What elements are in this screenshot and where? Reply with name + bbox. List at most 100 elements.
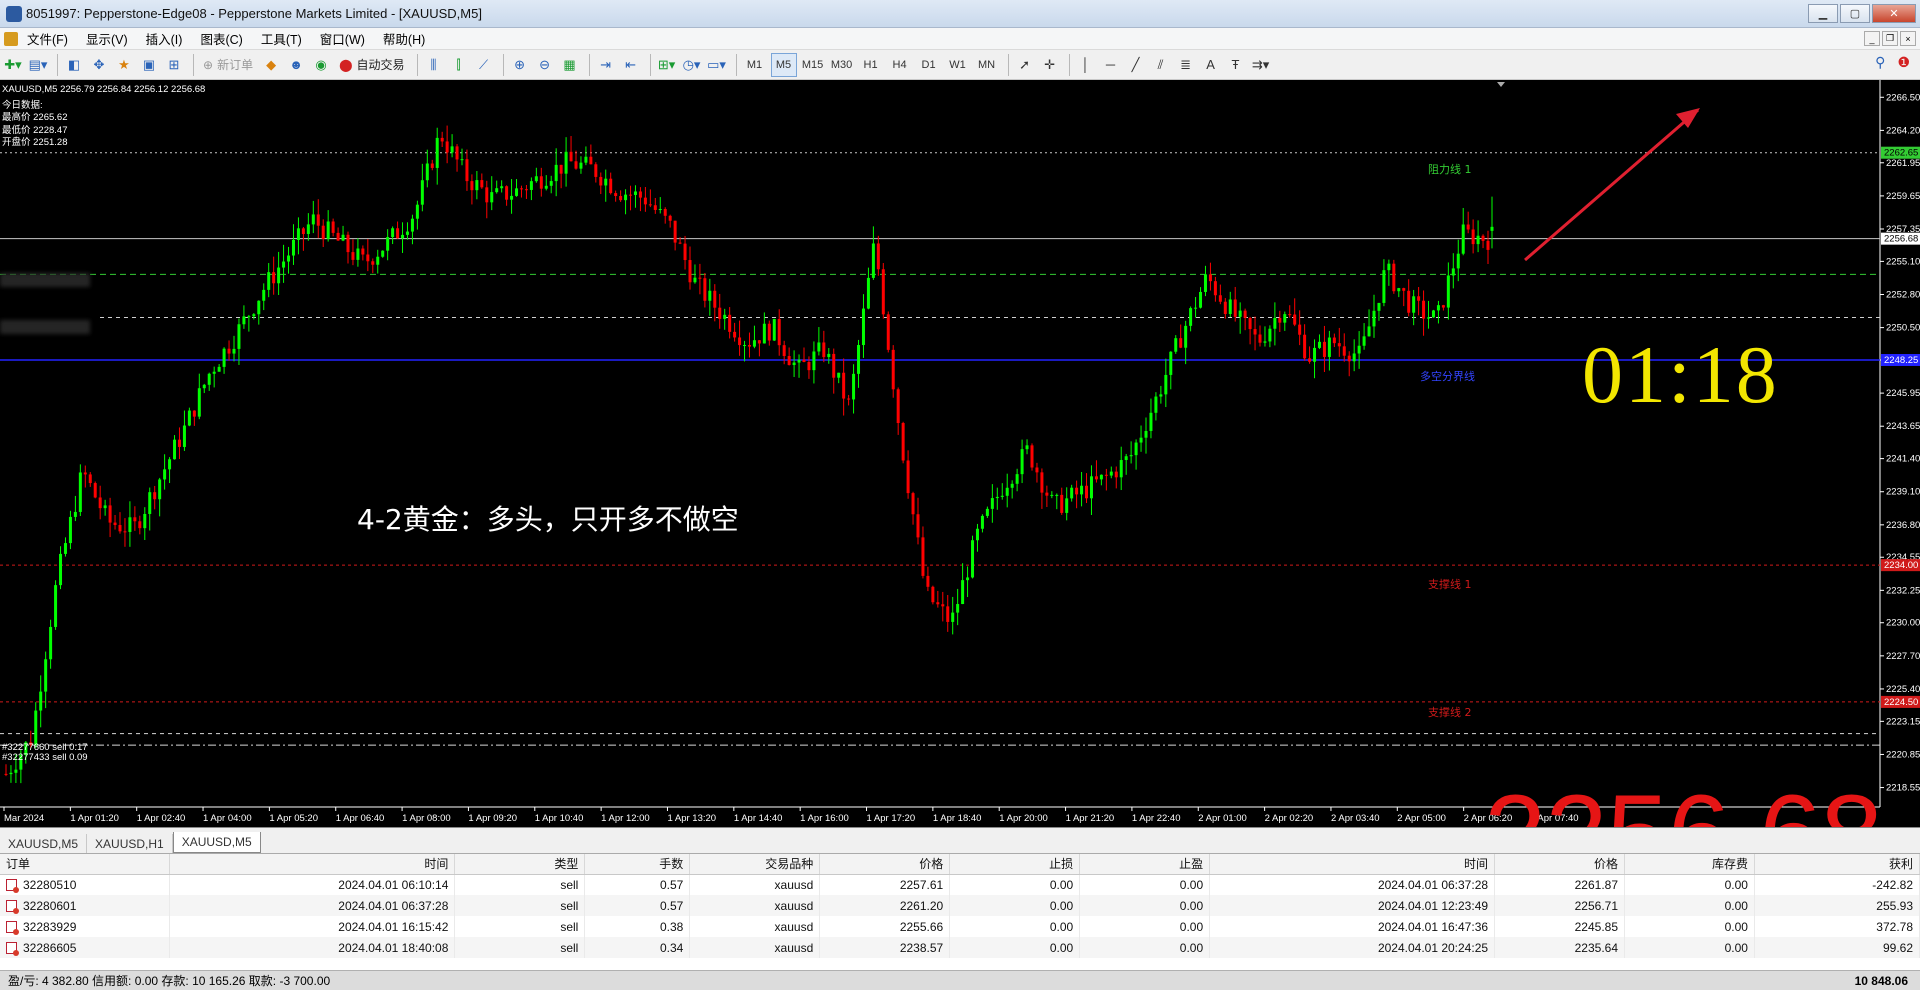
candle-body: [569, 151, 573, 162]
col-swap[interactable]: 库存费: [1624, 854, 1755, 875]
candle-body: [113, 522, 117, 526]
templates-icon[interactable]: ▭▾: [706, 53, 728, 77]
zoom-out-icon[interactable]: ⊖: [534, 53, 556, 77]
tf-d1-button[interactable]: D1: [916, 53, 942, 77]
candle-body: [847, 398, 851, 400]
chart-window-icon[interactable]: [4, 31, 18, 46]
auto-scroll-icon[interactable]: ⇤: [620, 53, 642, 77]
chart-shift-icon[interactable]: ⇥: [595, 53, 617, 77]
arrows-icon[interactable]: ⇉▾: [1250, 53, 1272, 77]
auto-trading-label: 自动交易: [356, 58, 405, 72]
indicators-icon[interactable]: ⊞▾: [656, 53, 678, 77]
price-chart[interactable]: 2266.50 2264.20 2261.95 2259.65 2257.35 2255.…: [0, 80, 1920, 827]
close-button[interactable]: ✕: [1872, 4, 1916, 23]
new-order-button[interactable]: ⊕ 新订单: [199, 53, 257, 77]
terminal-icon[interactable]: ▣: [138, 53, 160, 77]
menu-charts[interactable]: 图表(C): [191, 29, 251, 48]
order-line-label: #32277433 sell 0.09: [2, 752, 88, 763]
periods-icon[interactable]: ◷▾: [681, 53, 703, 77]
metaeditor-icon[interactable]: ◆: [260, 53, 282, 77]
col-close-time[interactable]: 时间: [1209, 854, 1496, 875]
table-cell: 0.00: [1079, 937, 1211, 958]
tile-windows-icon[interactable]: ▦: [559, 53, 581, 77]
candlestick-icon[interactable]: ⫿: [448, 53, 470, 77]
maximize-button[interactable]: ▢: [1840, 4, 1870, 23]
tab-xauusd-m5[interactable]: XAUUSD,M5: [0, 834, 88, 853]
col-lots[interactable]: 手数: [584, 854, 691, 875]
data-window-icon[interactable]: ✥: [88, 53, 110, 77]
time-tick-label: 1 Apr 08:00: [402, 813, 451, 824]
text-tool-icon[interactable]: A: [1200, 53, 1222, 77]
profiles-icon[interactable]: ▤▾: [27, 53, 49, 77]
line-chart-icon[interactable]: ⟋: [473, 53, 495, 77]
order-number: 32283929: [23, 919, 77, 934]
tf-m15-button[interactable]: M15: [800, 53, 826, 77]
bar-chart-icon[interactable]: ⫼: [423, 53, 445, 77]
col-take-profit[interactable]: 止盈: [1079, 854, 1211, 875]
cursor-icon[interactable]: ➚: [1014, 53, 1036, 77]
child-close-button[interactable]: ×: [1900, 31, 1916, 46]
history-table: 订单 时间 类型 手数 交易品种 价格 止损 止盈 时间 价格 库存费 获利 3…: [0, 854, 1920, 958]
menu-view[interactable]: 显示(V): [77, 29, 137, 48]
col-open-time[interactable]: 时间: [169, 854, 456, 875]
signals-icon[interactable]: ◉: [310, 53, 332, 77]
tab-xauusd-h1[interactable]: XAUUSD,H1: [87, 834, 173, 853]
tf-h4-button[interactable]: H4: [887, 53, 913, 77]
terminal-history-panel: 订单 时间 类型 手数 交易品种 价格 止损 止盈 时间 价格 库存费 获利 3…: [0, 853, 1920, 990]
new-chart-icon[interactable]: ✚▾: [2, 53, 24, 77]
col-profit[interactable]: 获利: [1754, 854, 1920, 875]
tf-mn-button[interactable]: MN: [974, 53, 1000, 77]
table-row[interactable]: 32283929 2024.04.01 16:15:42 sell 0.38 xauus…: [0, 916, 1920, 937]
col-order[interactable]: 订单: [0, 854, 171, 875]
table-row[interactable]: 32280510 2024.04.01 06:10:14 sell 0.57 xauus…: [0, 874, 1920, 895]
notifications-icon[interactable]: ❶: [1897, 54, 1910, 71]
tab-xauusd-m5-active[interactable]: XAUUSD,M5: [172, 832, 261, 853]
text-label-icon[interactable]: Ŧ: [1225, 53, 1247, 77]
candle-body: [614, 193, 618, 197]
col-close-price[interactable]: 价格: [1494, 854, 1626, 875]
fibonacci-icon[interactable]: ≣: [1175, 53, 1197, 77]
menu-help[interactable]: 帮助(H): [374, 29, 434, 48]
table-cell: xauusd: [689, 916, 821, 937]
tf-h1-button[interactable]: H1: [858, 53, 884, 77]
candle-body: [1010, 483, 1014, 488]
tf-m30-button[interactable]: M30: [829, 53, 855, 77]
menu-file[interactable]: 文件(F): [18, 29, 77, 48]
child-restore-button[interactable]: ❐: [1882, 31, 1898, 46]
trendline-icon[interactable]: ╱: [1125, 53, 1147, 77]
vertical-line-icon[interactable]: │: [1075, 53, 1097, 77]
col-open-price[interactable]: 价格: [819, 854, 951, 875]
menu-tools[interactable]: 工具(T): [252, 29, 311, 48]
table-cell: 0.00: [1079, 916, 1211, 937]
tf-m5-button[interactable]: M5: [770, 52, 797, 77]
menu-window[interactable]: 窗口(W): [311, 29, 374, 48]
navigator-icon[interactable]: ★: [113, 53, 135, 77]
search-icon[interactable]: ⚲: [1875, 54, 1885, 71]
crosshair-icon[interactable]: ✛: [1039, 53, 1061, 77]
table-row[interactable]: 32280601 2024.04.01 06:37:28 sell 0.57 xauus…: [0, 895, 1920, 916]
candle-body: [1456, 253, 1460, 269]
candle-body: [1238, 310, 1242, 317]
community-icon[interactable]: ☻: [285, 53, 307, 77]
zoom-in-icon[interactable]: ⊕: [509, 53, 531, 77]
tf-m1-button[interactable]: M1: [742, 53, 768, 77]
equidistant-channel-icon[interactable]: ⫽: [1150, 53, 1172, 77]
strategy-tester-icon[interactable]: ⊞: [163, 53, 185, 77]
table-row[interactable]: 32286605 2024.04.01 18:40:08 sell 0.34 xauus…: [0, 937, 1920, 958]
col-symbol[interactable]: 交易品种: [689, 854, 821, 875]
horizontal-line-icon[interactable]: ─: [1100, 53, 1122, 77]
candle-body: [262, 289, 266, 301]
chart-canvas[interactable]: 2266.502264.202261.952259.652257.352255.…: [0, 80, 1920, 827]
auto-trading-button[interactable]: ⬤ 自动交易: [335, 53, 408, 77]
tf-w1-button[interactable]: W1: [945, 53, 971, 77]
candle-body: [187, 410, 191, 426]
candle-body: [663, 209, 667, 216]
col-stop-loss[interactable]: 止损: [949, 854, 1081, 875]
menu-insert[interactable]: 插入(I): [137, 29, 192, 48]
child-minimize-button[interactable]: _: [1864, 31, 1880, 46]
market-watch-icon[interactable]: ◧: [63, 53, 85, 77]
table-cell: 2024.04.01 16:15:42: [169, 916, 456, 937]
candle-body: [54, 585, 58, 627]
col-type[interactable]: 类型: [454, 854, 586, 875]
minimize-button[interactable]: ▁: [1808, 4, 1838, 23]
